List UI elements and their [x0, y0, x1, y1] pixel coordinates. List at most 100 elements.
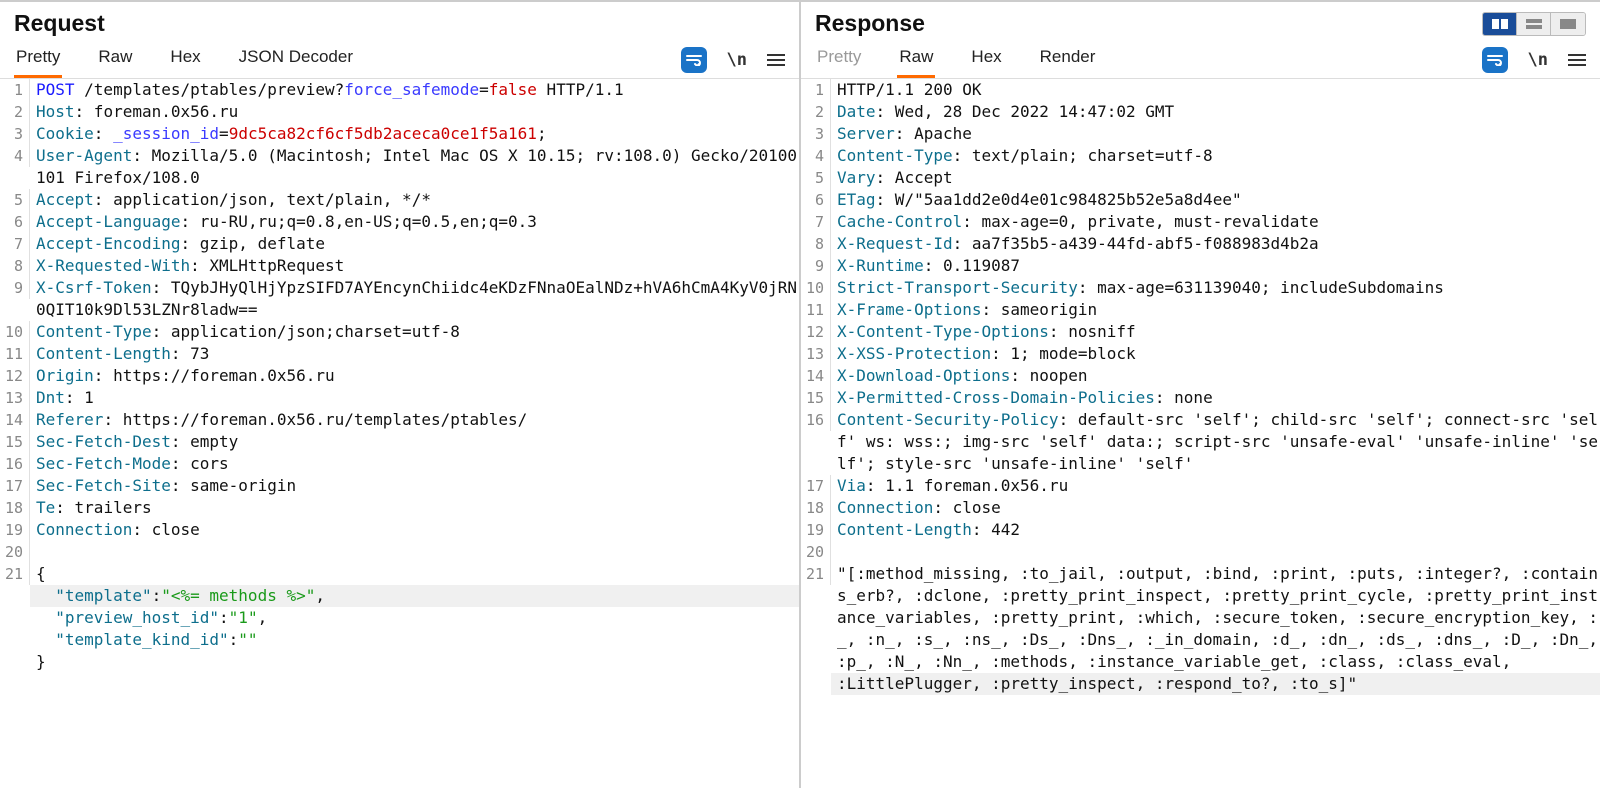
- line-number: 16: [0, 453, 30, 475]
- newline-icon[interactable]: \n: [1528, 50, 1548, 70]
- code-line: 18Te: trailers: [0, 497, 799, 519]
- line-number: 7: [801, 211, 831, 233]
- line-number: 19: [801, 519, 831, 541]
- code-content[interactable]: "template_kind_id":"": [30, 629, 799, 651]
- tab-json-decoder[interactable]: JSON Decoder: [237, 41, 355, 78]
- code-content[interactable]: User-Agent: Mozilla/5.0 (Macintosh; Inte…: [30, 145, 799, 189]
- code-content[interactable]: Referer: https://foreman.0x56.ru/templat…: [30, 409, 799, 431]
- code-content[interactable]: ETag: W/"5aa1dd2e0d4e01c984825b52e5a8d4e…: [831, 189, 1600, 211]
- layout-columns-button[interactable]: [1483, 13, 1517, 35]
- line-number: 17: [801, 475, 831, 497]
- tab-hex[interactable]: Hex: [969, 41, 1003, 78]
- response-header: Response: [801, 2, 1600, 37]
- line-number: 11: [0, 343, 30, 365]
- code-line: 1POST /templates/ptables/preview?force_s…: [0, 79, 799, 101]
- line-number: 7: [0, 233, 30, 255]
- newline-icon[interactable]: \n: [727, 50, 747, 70]
- response-code[interactable]: 1HTTP/1.1 200 OK2Date: Wed, 28 Dec 2022 …: [801, 78, 1600, 788]
- code-content[interactable]: Host: foreman.0x56.ru: [30, 101, 799, 123]
- code-line: 8X-Requested-With: XMLHttpRequest: [0, 255, 799, 277]
- line-number: 4: [801, 145, 831, 167]
- code-content[interactable]: }: [30, 651, 799, 673]
- line-number: 20: [0, 541, 30, 563]
- code-line: 14Referer: https://foreman.0x56.ru/templ…: [0, 409, 799, 431]
- code-content[interactable]: X-Csrf-Token: TQybJHyQlHjYpzSIFD7AYEncyn…: [30, 277, 799, 321]
- code-content[interactable]: Origin: https://foreman.0x56.ru: [30, 365, 799, 387]
- code-content[interactable]: Content-Length: 442: [831, 519, 1600, 541]
- code-content[interactable]: Cookie: _session_id=9dc5ca82cf6cf5db2ace…: [30, 123, 799, 145]
- code-content[interactable]: Sec-Fetch-Site: same-origin: [30, 475, 799, 497]
- code-content[interactable]: Content-Security-Policy: default-src 'se…: [831, 409, 1600, 475]
- line-number: 1: [801, 79, 831, 101]
- split-container: Request PrettyRawHexJSON Decoder \n 1POS…: [0, 0, 1600, 788]
- code-content[interactable]: "preview_host_id":"1",: [30, 607, 799, 629]
- code-content[interactable]: Accept: application/json, text/plain, */…: [30, 189, 799, 211]
- code-content[interactable]: X-Content-Type-Options: nosniff: [831, 321, 1600, 343]
- line-number: 20: [801, 541, 831, 563]
- tab-raw[interactable]: Raw: [96, 41, 134, 78]
- code-content[interactable]: Accept-Language: ru-RU,ru;q=0.8,en-US;q=…: [30, 211, 799, 233]
- line-number: 14: [801, 365, 831, 387]
- layout-rows-button[interactable]: [1517, 13, 1551, 35]
- code-content[interactable]: "template":"<%= methods %>",: [30, 585, 799, 607]
- request-panel: Request PrettyRawHexJSON Decoder \n 1POS…: [0, 2, 801, 788]
- code-content[interactable]: {: [30, 563, 799, 585]
- code-line: 7Accept-Encoding: gzip, deflate: [0, 233, 799, 255]
- code-content[interactable]: Te: trailers: [30, 497, 799, 519]
- tab-pretty[interactable]: Pretty: [14, 41, 62, 78]
- tab-hex[interactable]: Hex: [168, 41, 202, 78]
- code-content[interactable]: Content-Type: text/plain; charset=utf-8: [831, 145, 1600, 167]
- code-content[interactable]: HTTP/1.1 200 OK: [831, 79, 1600, 101]
- code-content[interactable]: "[:method_missing, :to_jail, :output, :b…: [831, 563, 1600, 673]
- line-number: 13: [0, 387, 30, 409]
- code-content[interactable]: Content-Length: 73: [30, 343, 799, 365]
- code-content[interactable]: X-Download-Options: noopen: [831, 365, 1600, 387]
- code-content[interactable]: Vary: Accept: [831, 167, 1600, 189]
- code-content[interactable]: Strict-Transport-Security: max-age=63113…: [831, 277, 1600, 299]
- code-content[interactable]: X-Requested-With: XMLHttpRequest: [30, 255, 799, 277]
- code-content[interactable]: Server: Apache: [831, 123, 1600, 145]
- menu-icon[interactable]: [767, 54, 785, 66]
- line-number: 18: [0, 497, 30, 519]
- code-line: 8X-Request-Id: aa7f35b5-a439-44fd-abf5-f…: [801, 233, 1600, 255]
- code-content[interactable]: Via: 1.1 foreman.0x56.ru: [831, 475, 1600, 497]
- menu-icon[interactable]: [1568, 54, 1586, 66]
- code-content[interactable]: X-XSS-Protection: 1; mode=block: [831, 343, 1600, 365]
- code-content[interactable]: POST /templates/ptables/preview?force_sa…: [30, 79, 799, 101]
- line-number: 2: [0, 101, 30, 123]
- tab-pretty[interactable]: Pretty: [815, 41, 863, 78]
- request-code[interactable]: 1POST /templates/ptables/preview?force_s…: [0, 78, 799, 788]
- code-line: 3Server: Apache: [801, 123, 1600, 145]
- line-number: 5: [0, 189, 30, 211]
- tab-raw[interactable]: Raw: [897, 41, 935, 78]
- code-line: 2Host: foreman.0x56.ru: [0, 101, 799, 123]
- tab-render[interactable]: Render: [1038, 41, 1098, 78]
- code-content[interactable]: X-Runtime: 0.119087: [831, 255, 1600, 277]
- wrap-toggle-icon[interactable]: [681, 47, 707, 73]
- code-line: 21{: [0, 563, 799, 585]
- line-number: 15: [801, 387, 831, 409]
- code-line: 13X-XSS-Protection: 1; mode=block: [801, 343, 1600, 365]
- line-number: 12: [0, 365, 30, 387]
- code-content[interactable]: X-Frame-Options: sameorigin: [831, 299, 1600, 321]
- line-number: 6: [801, 189, 831, 211]
- wrap-toggle-icon[interactable]: [1482, 47, 1508, 73]
- code-line: 9X-Csrf-Token: TQybJHyQlHjYpzSIFD7AYEncy…: [0, 277, 799, 321]
- line-number: 17: [0, 475, 30, 497]
- code-content[interactable]: Cache-Control: max-age=0, private, must-…: [831, 211, 1600, 233]
- code-content[interactable]: Sec-Fetch-Dest: empty: [30, 431, 799, 453]
- code-content[interactable]: Content-Type: application/json;charset=u…: [30, 321, 799, 343]
- code-content[interactable]: Connection: close: [30, 519, 799, 541]
- code-content[interactable]: Dnt: 1: [30, 387, 799, 409]
- code-content[interactable]: Date: Wed, 28 Dec 2022 14:47:02 GMT: [831, 101, 1600, 123]
- code-content[interactable]: Connection: close: [831, 497, 1600, 519]
- layout-single-button[interactable]: [1551, 13, 1585, 35]
- code-content[interactable]: Sec-Fetch-Mode: cors: [30, 453, 799, 475]
- code-content[interactable]: :LittlePlugger, :pretty_inspect, :respon…: [831, 673, 1600, 695]
- code-content[interactable]: X-Request-Id: aa7f35b5-a439-44fd-abf5-f0…: [831, 233, 1600, 255]
- code-content[interactable]: Accept-Encoding: gzip, deflate: [30, 233, 799, 255]
- code-line: 6Accept-Language: ru-RU,ru;q=0.8,en-US;q…: [0, 211, 799, 233]
- code-content[interactable]: X-Permitted-Cross-Domain-Policies: none: [831, 387, 1600, 409]
- code-line: }: [0, 651, 799, 673]
- code-line: 16Sec-Fetch-Mode: cors: [0, 453, 799, 475]
